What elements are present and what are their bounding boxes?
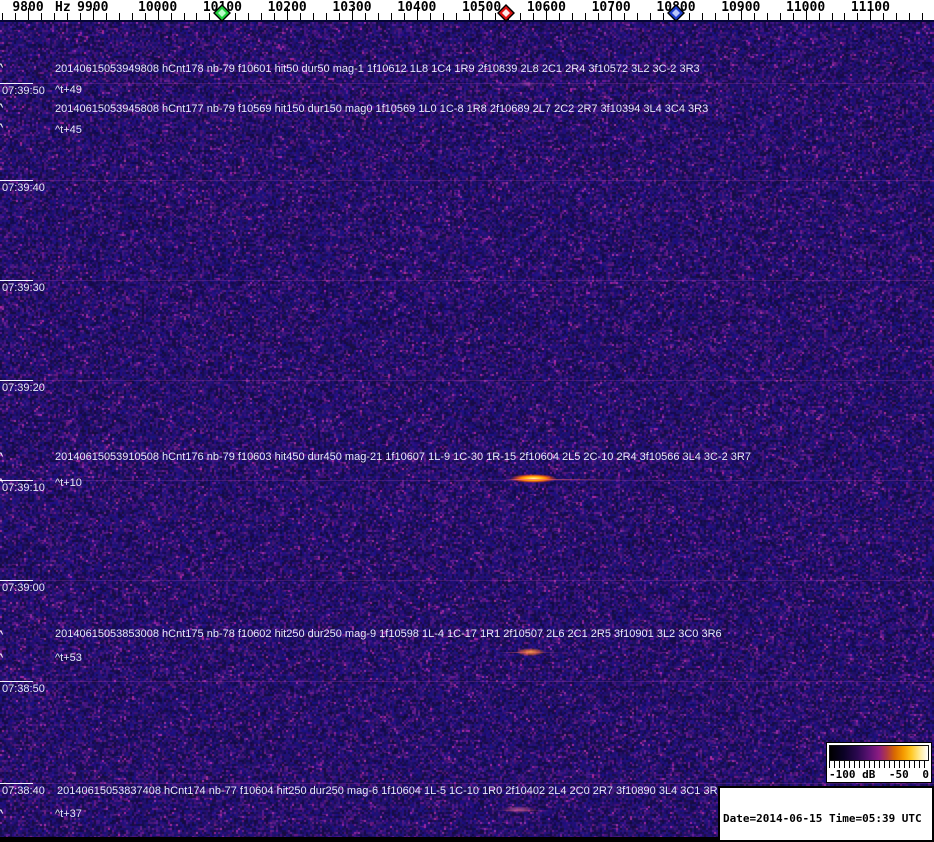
edge-caret-mark: ^ [0, 808, 4, 818]
color-scale-ticks [829, 761, 929, 768]
time-gridline [0, 83, 934, 84]
detection-time-offset: ^t+45 [55, 124, 82, 136]
ruler-label: 10900 [721, 0, 761, 15]
detection-time-offset: ^t+37 [55, 808, 82, 820]
blue-diamond-marker[interactable] [667, 4, 685, 22]
time-label: 07:39:10 [2, 482, 45, 494]
legend-label-mid: -50 [888, 768, 909, 781]
color-scale-gradient [829, 745, 929, 761]
time-label: 07:38:40 [2, 785, 45, 797]
red-diamond-marker[interactable] [497, 4, 515, 22]
detection-time-offset: ^t+49 [55, 84, 82, 96]
echo-tail-line [498, 652, 562, 653]
time-gridline [0, 580, 934, 581]
time-label: 07:39:50 [2, 85, 45, 97]
edge-caret-mark: ^ [0, 102, 4, 112]
detection-time-offset: ^t+10 [55, 477, 82, 489]
time-label: 07:39:20 [2, 382, 45, 394]
green-diamond-marker[interactable] [213, 4, 231, 22]
detection-annotation: 20140615053853008 hCnt175 nb-78 f10602 h… [55, 628, 722, 640]
edge-caret-mark: ^ [0, 122, 4, 132]
legend-label-max: 0 [922, 768, 929, 781]
echo-core [515, 648, 546, 656]
time-label: 07:39:30 [2, 282, 45, 294]
echo-tail-line [492, 809, 552, 811]
time-tick [0, 681, 33, 682]
ruler-label: 10300 [332, 0, 372, 15]
detection-annotation: 20140615053910508 hCnt176 nb-79 f10603 h… [55, 451, 751, 463]
color-scale-legend: -100 dB -50 0 [826, 742, 932, 783]
edge-caret-mark: ^ [0, 451, 4, 461]
time-gridline [0, 380, 934, 381]
legend-label-min: -100 dB [829, 768, 876, 781]
ruler-label: 9800 [12, 0, 44, 15]
edge-caret-mark: ^ [0, 62, 4, 72]
edge-caret-mark: ^ [0, 477, 4, 487]
meteor-echo [498, 648, 562, 656]
time-gridline [0, 480, 934, 481]
time-tick [0, 280, 33, 281]
edge-caret-mark: ^ [0, 652, 4, 662]
frequency-ruler: 9800990010000101001020010300104001050010… [0, 0, 934, 22]
ruler-unit-label: Hz [55, 0, 71, 15]
ruler-label: 10200 [267, 0, 307, 15]
time-tick [0, 580, 33, 581]
ruler-label: 10000 [138, 0, 178, 15]
info-date-time: Date=2014-06-15 Time=05:39 UTC [723, 812, 922, 825]
meteor-echo [492, 806, 552, 813]
ruler-label: 11000 [786, 0, 826, 15]
spectrogram-screen: 07:39:50 07:39:40 07:39:30 07:39:20 07:39:10… [0, 0, 934, 842]
time-gridline [0, 783, 934, 784]
ruler-label: 10600 [526, 0, 566, 15]
time-label: 07:39:40 [2, 182, 45, 194]
meteor-echo [512, 81, 542, 87]
time-gridline [0, 280, 934, 281]
time-tick [0, 480, 33, 481]
detection-time-offset: ^t+53 [55, 652, 82, 664]
color-scale-labels: -100 dB -50 0 [829, 769, 929, 781]
detection-annotation: 20140615053837408 hCnt174 nb-77 f10604 h… [57, 785, 724, 797]
station-info-box: Date=2014-06-15 Time=05:39 UTC Freq=143 … [718, 786, 934, 842]
ruler-label: 10400 [397, 0, 437, 15]
echo-core [501, 806, 537, 813]
time-label: 07:38:50 [2, 683, 45, 695]
time-tick [0, 180, 33, 181]
time-tick [0, 380, 33, 381]
ruler-label: 11100 [850, 0, 890, 15]
detection-annotation: 20140615053949808 hCnt178 nb-79 f10601 h… [55, 63, 700, 75]
echo-core [509, 474, 558, 483]
time-gridline [0, 681, 934, 682]
time-gridline [0, 180, 934, 181]
ruler-tick [922, 13, 924, 20]
time-label: 07:39:00 [2, 582, 45, 594]
meteor-echo [504, 474, 622, 483]
time-tick [0, 783, 33, 784]
ruler-label: 10700 [591, 0, 631, 15]
edge-caret-mark: ^ [0, 629, 4, 639]
echo-core [515, 81, 539, 87]
ruler-tick [909, 13, 911, 20]
time-tick [0, 83, 33, 84]
spectrogram-overlay: 07:39:50 07:39:40 07:39:30 07:39:20 07:39:10… [0, 0, 934, 842]
ruler-label: 9900 [77, 0, 109, 15]
detection-annotation: 20140615053945808 hCnt177 nb-79 f10569 h… [55, 103, 709, 115]
